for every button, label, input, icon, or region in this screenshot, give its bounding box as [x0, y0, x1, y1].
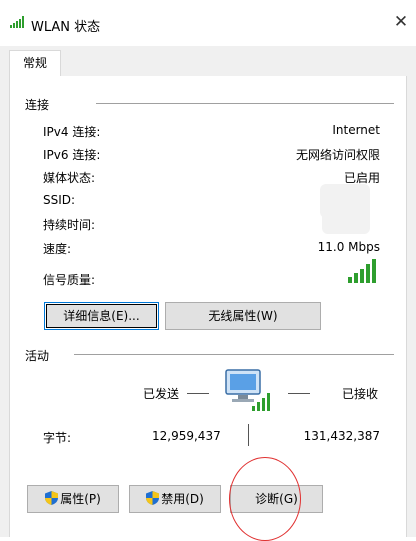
signal-bars-icon [10, 16, 24, 28]
disable-button[interactable]: 禁用(D) [129, 485, 221, 513]
properties-button-label: 属性(P) [60, 492, 101, 506]
disable-button-label: 禁用(D) [161, 492, 204, 506]
speed-value: 11.0 Mbps [317, 240, 380, 254]
received-line [288, 393, 310, 394]
ipv4-value: Internet [332, 123, 380, 137]
right-gutter [407, 46, 416, 537]
activity-section-title: 活动 [25, 349, 50, 363]
left-gutter [0, 46, 9, 537]
properties-button[interactable]: 属性(P) [27, 485, 119, 513]
diagnose-button[interactable]: 诊断(G) [230, 485, 323, 513]
bytes-sent-value: 12,959,437 [152, 429, 221, 443]
ipv4-label: IPv4 连接: [43, 125, 101, 139]
connection-section-title: 连接 [25, 98, 50, 112]
tab-strip: 常规 [0, 46, 416, 77]
bytes-divider [248, 424, 249, 446]
title-bar: WLAN 状态 ✕ [0, 0, 416, 46]
bytes-label: 字节: [43, 431, 72, 445]
sent-line [187, 393, 209, 394]
ssid-label: SSID: [43, 193, 76, 207]
details-button[interactable]: 详细信息(E)... [44, 302, 159, 330]
wireless-properties-button[interactable]: 无线属性(W) [165, 302, 321, 330]
speed-label: 速度: [43, 242, 72, 256]
close-button[interactable]: ✕ [386, 8, 416, 36]
duration-value-redacted [322, 208, 370, 234]
uac-shield-icon [146, 491, 160, 505]
received-label: 已接收 [342, 387, 379, 401]
ipv6-label: IPv6 连接: [43, 148, 101, 162]
signal-quality-label: 信号质量: [43, 273, 96, 287]
network-computer-icon [225, 369, 270, 411]
duration-label: 持续时间: [43, 218, 96, 232]
tab-general[interactable]: 常规 [9, 50, 61, 77]
signal-quality-icon [348, 259, 376, 283]
uac-shield-icon [45, 491, 59, 505]
bytes-received-value: 131,432,387 [303, 429, 380, 443]
sent-label: 已发送 [143, 387, 180, 401]
media-state-label: 媒体状态: [43, 171, 96, 185]
window-title: WLAN 状态 [31, 20, 101, 35]
close-icon: ✕ [393, 12, 409, 32]
connection-separator [96, 103, 394, 104]
ipv6-value: 无网络访问权限 [295, 148, 380, 162]
activity-separator [74, 354, 394, 355]
